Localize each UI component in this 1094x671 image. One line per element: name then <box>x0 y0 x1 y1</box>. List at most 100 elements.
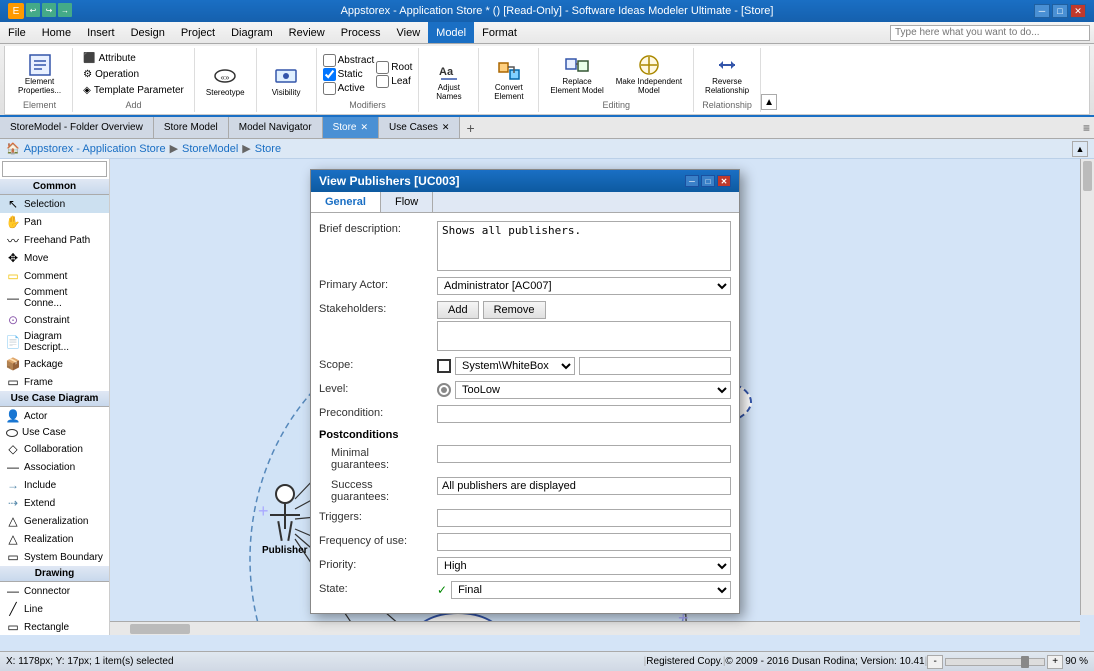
make-independent-button[interactable]: Make IndependentModel <box>611 50 687 98</box>
dialog-tab-general[interactable]: General <box>311 192 381 212</box>
tabs-menu-button[interactable]: ≡ <box>1079 119 1094 137</box>
dialog-maximize-button[interactable]: □ <box>701 175 715 187</box>
sidebar-item-generalization[interactable]: △ Generalization <box>0 512 109 530</box>
horizontal-scrollbar[interactable] <box>110 621 1080 635</box>
h-scrollbar-thumb[interactable] <box>130 624 190 634</box>
sidebar-item-constraint[interactable]: ⊙ Constraint <box>0 311 109 329</box>
state-select[interactable]: Final <box>451 581 731 599</box>
menu-project[interactable]: Project <box>173 22 223 43</box>
adjust-names-button[interactable]: Aa AdjustNames <box>431 56 466 104</box>
breadcrumb-appstorex[interactable]: Appstorex - Application Store <box>24 143 166 155</box>
tab-use-cases[interactable]: Use Cases ✕ <box>379 117 460 138</box>
zoom-slider-thumb[interactable] <box>1021 656 1029 668</box>
sidebar-item-diagram-desc[interactable]: 📄 Diagram Descript... <box>0 329 109 355</box>
sidebar-item-pan[interactable]: ✋ Pan <box>0 213 109 231</box>
menu-format[interactable]: Format <box>474 22 525 43</box>
sidebar-item-connector[interactable]: — Connector <box>0 582 109 600</box>
sidebar-item-usecase[interactable]: Use Case <box>0 425 109 440</box>
window-controls[interactable]: ─ □ ✕ <box>1034 4 1086 18</box>
primary-actor-select[interactable]: Administrator [AC007] <box>437 277 731 295</box>
active-checkbox[interactable] <box>323 82 336 95</box>
toolbar-icon2[interactable]: ↪ <box>42 3 56 17</box>
root-checkbox[interactable] <box>376 61 389 74</box>
abstract-checkbox[interactable] <box>323 54 336 67</box>
sidebar-item-line[interactable]: ╱ Line <box>0 600 109 618</box>
toolbar-icon1[interactable]: ↩ <box>26 3 40 17</box>
menu-home[interactable]: Home <box>34 22 79 43</box>
dialog-close-button[interactable]: ✕ <box>717 175 731 187</box>
sidebar-item-actor[interactable]: 👤 Actor <box>0 407 109 425</box>
static-checkbox-label[interactable]: Static <box>323 68 375 81</box>
success-guarantees-input[interactable] <box>437 477 731 495</box>
triggers-input[interactable] <box>437 509 731 527</box>
element-properties-button[interactable]: ElementProperties... <box>13 50 66 98</box>
sidebar-item-collaboration[interactable]: ◇ Collaboration <box>0 440 109 458</box>
leaf-checkbox-label[interactable]: Leaf <box>376 75 412 88</box>
sidebar-item-realization[interactable]: △ Realization <box>0 530 109 548</box>
sidebar-item-freehand[interactable]: 〰 Freehand Path <box>0 231 109 249</box>
menu-model[interactable]: Model <box>428 22 474 43</box>
menu-process[interactable]: Process <box>333 22 389 43</box>
menu-review[interactable]: Review <box>281 22 333 43</box>
zoom-slider[interactable] <box>945 658 1045 666</box>
template-parameter-button[interactable]: ◈ Template Parameter <box>79 83 188 98</box>
ribbon-collapse-button[interactable]: ▲ <box>761 94 777 110</box>
sidebar-item-system-boundary[interactable]: ▭ System Boundary <box>0 548 109 566</box>
sidebar-item-association[interactable]: — Association <box>0 458 109 476</box>
attribute-button[interactable]: ⬛ Attribute <box>79 51 188 66</box>
sidebar-item-move[interactable]: ✥ Move <box>0 249 109 267</box>
menu-view[interactable]: View <box>389 22 429 43</box>
menu-insert[interactable]: Insert <box>79 22 123 43</box>
tab-store-model[interactable]: Store Model <box>154 117 229 138</box>
static-checkbox[interactable] <box>323 68 336 81</box>
sidebar-item-include[interactable]: → Include <box>0 476 109 494</box>
menu-file[interactable]: File <box>0 22 34 43</box>
zoom-in-button[interactable]: + <box>1047 655 1063 669</box>
actor-publisher[interactable]: Publisher <box>262 484 308 556</box>
brief-desc-textarea[interactable]: Shows all publishers. <box>437 221 731 271</box>
menu-design[interactable]: Design <box>123 22 173 43</box>
minimize-button[interactable]: ─ <box>1034 4 1050 18</box>
dialog-tab-flow[interactable]: Flow <box>381 192 433 212</box>
abstract-checkbox-label[interactable]: Abstract <box>323 54 375 67</box>
sidebar-item-comment-conn[interactable]: — Comment Conne... <box>0 285 109 311</box>
dialog-minimize-button[interactable]: ─ <box>685 175 699 187</box>
tab-use-cases-close[interactable]: ✕ <box>442 122 450 133</box>
replace-element-button[interactable]: ReplaceElement Model <box>545 50 608 98</box>
tab-model-navigator[interactable]: Model Navigator <box>229 117 323 138</box>
menu-diagram[interactable]: Diagram <box>223 22 281 43</box>
breadcrumb-store[interactable]: Store <box>255 143 281 155</box>
sidebar-item-frame[interactable]: ▭ Frame <box>0 373 109 391</box>
priority-select[interactable]: High <box>437 557 731 575</box>
scope-select[interactable]: System\WhiteBox <box>455 357 575 375</box>
level-select[interactable]: TooLow <box>455 381 731 399</box>
minimal-guarantees-input[interactable] <box>437 445 731 463</box>
toolbar-icon3[interactable]: → <box>58 3 72 17</box>
stakeholders-remove-button[interactable]: Remove <box>483 301 546 319</box>
reverse-relationship-button[interactable]: ReverseRelationship <box>700 50 754 98</box>
diagram-canvas[interactable]: «include» + + + View OwnedApplications A… <box>110 159 1094 635</box>
add-tab-button[interactable]: + <box>460 118 480 138</box>
tab-store-close[interactable]: ✕ <box>360 122 368 133</box>
visibility-button[interactable]: Visibility <box>267 61 306 100</box>
sidebar-item-package[interactable]: 📦 Package <box>0 355 109 373</box>
sidebar-item-comment[interactable]: ▭ Comment <box>0 267 109 285</box>
tab-storemodel-overview[interactable]: StoreModel - Folder Overview <box>0 117 154 138</box>
root-checkbox-label[interactable]: Root <box>376 61 412 74</box>
maximize-button[interactable]: □ <box>1052 4 1068 18</box>
stereotype-button[interactable]: «» Stereotype <box>201 61 250 100</box>
leaf-checkbox[interactable] <box>376 75 389 88</box>
precondition-input[interactable] <box>437 405 731 423</box>
vertical-scrollbar[interactable] <box>1080 159 1094 615</box>
zoom-out-button[interactable]: - <box>927 655 943 669</box>
search-input[interactable] <box>890 25 1090 41</box>
sidebar-item-selection[interactable]: ↖ Selection <box>0 195 109 213</box>
operation-button[interactable]: ⚙ Operation <box>79 67 188 82</box>
close-button[interactable]: ✕ <box>1070 4 1086 18</box>
breadcrumb-storemodel[interactable]: StoreModel <box>182 143 238 155</box>
sidebar-item-extend[interactable]: ⇢ Extend <box>0 494 109 512</box>
scope-text-input[interactable] <box>579 357 731 375</box>
convert-element-button[interactable]: ConvertElement <box>489 56 528 104</box>
tab-store[interactable]: Store ✕ <box>323 117 379 138</box>
sidebar-item-rectangle[interactable]: ▭ Rectangle <box>0 618 109 635</box>
